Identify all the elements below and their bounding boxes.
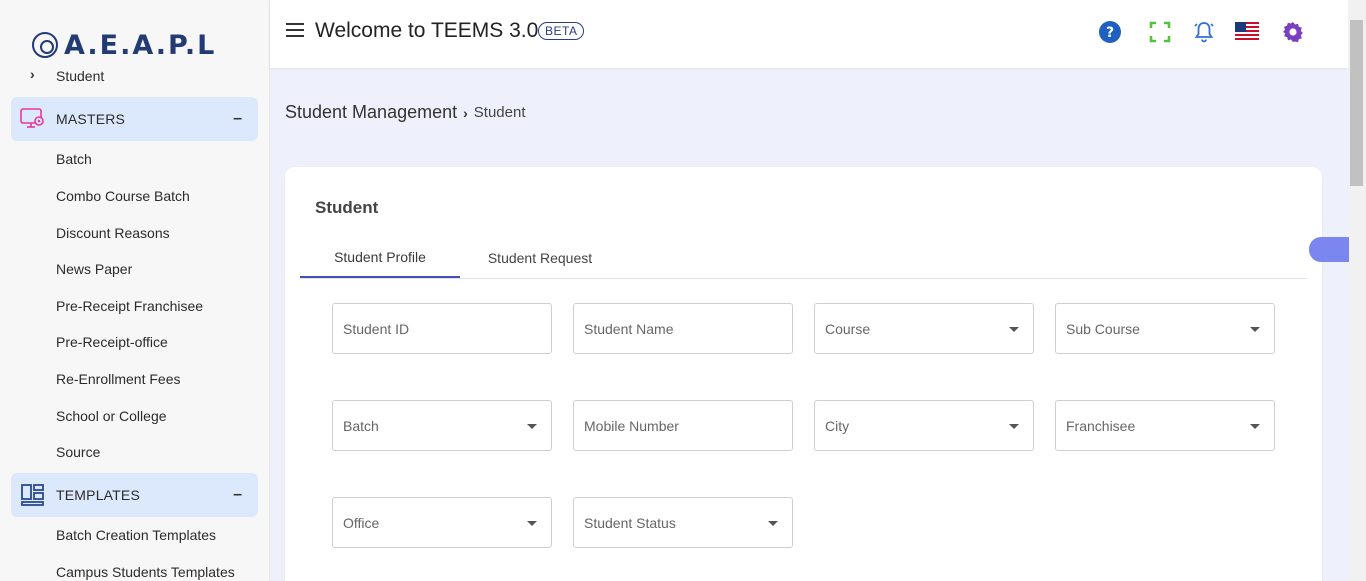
- tab-student-profile[interactable]: Student Profile: [300, 237, 460, 278]
- field-placeholder: City: [825, 418, 850, 434]
- monitor-gear-icon: [20, 108, 44, 128]
- breadcrumb-root[interactable]: Student Management: [285, 102, 457, 123]
- fullscreen-icon[interactable]: [1148, 20, 1172, 44]
- tab-student-request[interactable]: Student Request: [460, 237, 620, 278]
- dropdown-caret-icon: [1250, 424, 1260, 429]
- sidebar-section-masters[interactable]: MASTERS –: [11, 97, 258, 141]
- field-placeholder: Batch: [343, 418, 379, 434]
- student-status-select[interactable]: Student Status: [573, 497, 793, 548]
- field-placeholder: Student ID: [343, 321, 410, 337]
- company-logo[interactable]: A.E.A.P.L: [32, 26, 216, 64]
- page-scrollbar[interactable]: [1348, 0, 1366, 581]
- dropdown-caret-icon: [768, 521, 778, 526]
- collapse-icon[interactable]: –: [233, 110, 242, 128]
- chevron-right-icon: ›: [30, 66, 35, 82]
- logo-text: A.E.A.P.L: [64, 29, 217, 61]
- field-placeholder: Course: [825, 321, 871, 337]
- hamburger-menu-icon[interactable]: [286, 23, 304, 39]
- beta-badge: BETA: [538, 22, 585, 40]
- city-select[interactable]: City: [814, 400, 1034, 451]
- app-title: Welcome to TEEMS 3.0: [315, 19, 539, 42]
- us-flag-icon[interactable]: [1235, 22, 1259, 40]
- sidebar-item-combo-course-batch[interactable]: Combo Course Batch: [56, 188, 190, 204]
- field-placeholder: Student Name: [584, 321, 674, 337]
- student-name-input[interactable]: Student Name: [573, 303, 793, 354]
- student-id-input[interactable]: Student ID: [332, 303, 552, 354]
- breadcrumb-current: Student: [473, 104, 526, 121]
- sidebar-item-news-paper[interactable]: News Paper: [56, 261, 132, 277]
- dropdown-caret-icon: [1009, 327, 1019, 332]
- dropdown-caret-icon: [1009, 424, 1019, 429]
- svg-text:?: ?: [1106, 25, 1114, 41]
- field-placeholder: Franchisee: [1066, 418, 1136, 434]
- floating-side-tab[interactable]: [1309, 237, 1349, 262]
- dropdown-caret-icon: [527, 521, 537, 526]
- scrollbar-thumb[interactable]: [1350, 20, 1363, 186]
- sidebar-item-school-or-college[interactable]: School or College: [56, 408, 167, 424]
- layout-template-icon: [21, 484, 44, 506]
- sidebar-item-student[interactable]: Student: [56, 68, 104, 84]
- tab-bar: Student Profile Student Request: [300, 237, 1307, 279]
- field-placeholder: Office: [343, 515, 380, 531]
- logo-emblem-icon: [32, 32, 58, 58]
- sidebar: A.E.A.P.L › Student MASTERS – Batch Comb…: [0, 0, 270, 581]
- student-card: Student Student Profile Student Request …: [285, 167, 1322, 581]
- sidebar-item-discount-reasons[interactable]: Discount Reasons: [56, 225, 170, 241]
- sidebar-item-pre-receipt-franchisee[interactable]: Pre-Receipt Franchisee: [56, 298, 203, 314]
- field-placeholder: Student Status: [584, 515, 676, 531]
- notification-icon[interactable]: [1192, 20, 1216, 44]
- dropdown-caret-icon: [1250, 327, 1260, 332]
- sidebar-item-pre-receipt-office[interactable]: Pre-Receipt-office: [56, 334, 168, 350]
- franchisee-select[interactable]: Franchisee: [1055, 400, 1275, 451]
- course-select[interactable]: Course: [814, 303, 1034, 354]
- settings-icon[interactable]: [1281, 20, 1305, 44]
- batch-select[interactable]: Batch: [332, 400, 552, 451]
- sidebar-section-templates[interactable]: TEMPLATES –: [11, 473, 258, 517]
- field-placeholder: Mobile Number: [584, 418, 679, 434]
- sidebar-item-campus-students-templates[interactable]: Campus Students Templates: [56, 564, 235, 580]
- sidebar-item-re-enrollment-fees[interactable]: Re-Enrollment Fees: [56, 371, 181, 387]
- mobile-number-input[interactable]: Mobile Number: [573, 400, 793, 451]
- collapse-icon[interactable]: –: [233, 486, 242, 504]
- help-icon[interactable]: ?: [1098, 20, 1122, 44]
- breadcrumb: Student Management › Student: [285, 102, 526, 123]
- dropdown-caret-icon: [527, 424, 537, 429]
- card-title: Student: [315, 198, 379, 217]
- office-select[interactable]: Office: [332, 497, 552, 548]
- top-header: Welcome to TEEMS 3.0 BETA ?: [270, 0, 1348, 68]
- chevron-right-icon: ›: [463, 104, 468, 121]
- sidebar-section-label: TEMPLATES: [56, 487, 141, 503]
- field-placeholder: Sub Course: [1066, 321, 1140, 337]
- sidebar-item-batch[interactable]: Batch: [56, 151, 92, 167]
- sidebar-section-label: MASTERS: [56, 111, 126, 127]
- sub-course-select[interactable]: Sub Course: [1055, 303, 1275, 354]
- sidebar-item-batch-creation-templates[interactable]: Batch Creation Templates: [56, 527, 216, 543]
- sidebar-item-source[interactable]: Source: [56, 444, 100, 460]
